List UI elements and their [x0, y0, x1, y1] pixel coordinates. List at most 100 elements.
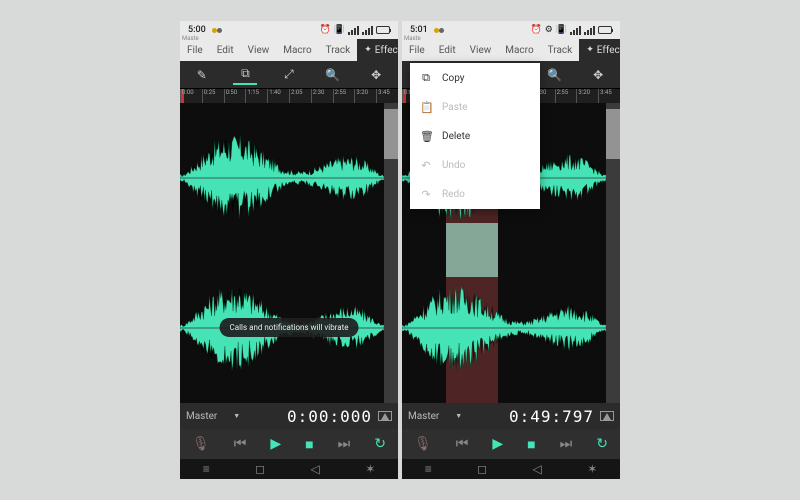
copy-icon: ⧉ — [420, 71, 432, 85]
skip-start-icon[interactable]: ⏮ — [234, 436, 247, 452]
vertical-scrollbar[interactable] — [606, 103, 620, 403]
scrollbar-thumb[interactable] — [384, 109, 398, 159]
status-time: 5:01 — [410, 25, 428, 35]
signal-icon — [584, 26, 595, 35]
signal-icon — [570, 26, 581, 35]
track-dropdown[interactable]: Master ▼ — [408, 411, 462, 422]
track-label: Maste — [404, 35, 421, 42]
toast-notification: Calls and notifications will vibrate — [220, 318, 359, 337]
menu-track[interactable]: Track — [541, 39, 580, 61]
menu-file[interactable]: File — [402, 39, 432, 61]
status-dot-icon — [439, 28, 444, 33]
waveform-channel-top — [180, 103, 384, 253]
caret-down-icon: ▼ — [233, 412, 240, 420]
status-time: 5:00 — [188, 25, 206, 35]
timestamp-display: 0:49:797 — [468, 407, 594, 426]
signal-icon — [362, 26, 373, 35]
menubar: File Edit View Macro Track ✦Effects — [180, 39, 398, 61]
ctx-paste[interactable]: 📋Paste — [410, 93, 540, 122]
zoom-in-icon[interactable]: 🔍 — [321, 65, 345, 85]
menu-edit[interactable]: Edit — [432, 39, 463, 61]
crop-icon[interactable]: ⧉ — [233, 65, 257, 85]
wand-icon: ✦ — [586, 45, 594, 55]
loop-icon[interactable]: ↻ — [374, 436, 386, 452]
vibrate-icon: 📳 — [334, 25, 345, 35]
menu-macro[interactable]: Macro — [498, 39, 540, 61]
battery-icon — [598, 26, 612, 34]
skip-start-icon[interactable]: ⏮ — [456, 436, 469, 452]
caret-down-icon: ▼ — [455, 412, 462, 420]
skip-end-icon[interactable]: ⏭ — [338, 436, 351, 452]
time-row: Master ▼ 0:49:797 — [402, 403, 620, 429]
menu-effects[interactable]: ✦Effects — [357, 39, 398, 61]
menu-track[interactable]: Track — [319, 39, 358, 61]
alarm-icon: ⏰ — [530, 25, 541, 35]
play-icon[interactable]: ▶ — [492, 436, 503, 452]
menu-macro[interactable]: Macro — [276, 39, 318, 61]
recent-apps-icon[interactable]: ≡ — [203, 462, 210, 476]
screenshot-right: 5:01 ⏰ ⚙ 📳 File Edit View Macro Track ✦E… — [402, 21, 620, 479]
alarm-icon: ⏰ — [320, 25, 331, 35]
zoom-in-icon[interactable]: 🔍 — [543, 65, 567, 85]
status-dot-icon — [217, 28, 222, 33]
status-bar: 5:01 ⏰ ⚙ 📳 — [402, 21, 620, 39]
trash-icon: 🗑 — [420, 130, 432, 143]
home-icon[interactable]: ◻ — [255, 462, 265, 476]
context-menu: ⧉Copy 📋Paste 🗑Delete ↶Undo ↷Redo — [410, 63, 540, 209]
loop-icon[interactable]: ↻ — [596, 436, 608, 452]
move-icon[interactable]: ✥ — [364, 65, 388, 85]
home-icon[interactable]: ◻ — [477, 462, 487, 476]
back-icon[interactable]: ◁ — [311, 462, 320, 476]
pencil-icon[interactable]: ✎ — [190, 65, 214, 85]
transport-bar: 🎙 ⏮ ▶ ■ ⏭ ↻ — [180, 429, 398, 459]
ctx-delete[interactable]: 🗑Delete — [410, 122, 540, 151]
mic-icon[interactable]: 🎙 — [192, 436, 210, 452]
mic-icon[interactable]: 🎙 — [414, 436, 432, 452]
recent-apps-icon[interactable]: ≡ — [425, 462, 432, 476]
stop-icon[interactable]: ■ — [527, 436, 535, 453]
android-nav-bar: ≡ ◻ ◁ ✶ — [180, 459, 398, 479]
waveform-channel-bottom — [402, 253, 606, 403]
timestamp-display: 0:00:000 — [246, 407, 372, 426]
menu-file[interactable]: File — [180, 39, 210, 61]
transport-bar: 🎙 ⏮ ▶ ■ ⏭ ↻ — [402, 429, 620, 459]
play-icon[interactable]: ▶ — [270, 436, 281, 452]
back-icon[interactable]: ◁ — [533, 462, 542, 476]
skip-end-icon[interactable]: ⏭ — [560, 436, 573, 452]
menu-edit[interactable]: Edit — [210, 39, 241, 61]
waveform-area[interactable]: Calls and notifications will vibrate — [180, 103, 398, 403]
undo-icon: ↶ — [420, 159, 432, 172]
accessibility-icon[interactable]: ✶ — [587, 462, 597, 476]
stop-icon[interactable]: ■ — [305, 436, 313, 453]
vibrate-icon: 📳 — [556, 25, 567, 35]
menu-view[interactable]: View — [241, 39, 277, 61]
battery-icon — [376, 26, 390, 34]
histogram-icon[interactable] — [600, 411, 614, 421]
track-dropdown[interactable]: Master ▼ — [186, 411, 240, 422]
android-nav-bar: ≡ ◻ ◁ ✶ — [402, 459, 620, 479]
move-icon[interactable]: ✥ — [586, 65, 610, 85]
wand-icon: ✦ — [364, 45, 372, 55]
ctx-undo[interactable]: ↶Undo — [410, 151, 540, 180]
status-dot-icon — [434, 28, 439, 33]
screenshot-left: 5:00 ⏰ 📳 File Edit View Macro Track ✦Eff… — [180, 21, 398, 479]
tool-row: ✎ ⧉ ⤢ 🔍 ✥ — [180, 61, 398, 89]
scrollbar-thumb[interactable] — [606, 109, 620, 159]
menubar: File Edit View Macro Track ✦Effects — [402, 39, 620, 61]
time-row: Master ▼ 0:00:000 — [180, 403, 398, 429]
accessibility-icon[interactable]: ✶ — [365, 462, 375, 476]
vertical-scrollbar[interactable] — [384, 103, 398, 403]
menu-view[interactable]: View — [463, 39, 499, 61]
zoom-out-icon[interactable]: ⤢ — [277, 65, 301, 85]
redo-icon: ↷ — [420, 188, 432, 201]
timeline-ruler[interactable]: 0:000:250:501:151:402:052:302:553:203:45 — [180, 89, 398, 103]
status-dot-icon — [212, 28, 217, 33]
menu-effects[interactable]: ✦Effects — [579, 39, 620, 61]
histogram-icon[interactable] — [378, 411, 392, 421]
signal-icon — [348, 26, 359, 35]
ctx-redo[interactable]: ↷Redo — [410, 180, 540, 209]
status-bar: 5:00 ⏰ 📳 — [180, 21, 398, 39]
ctx-copy[interactable]: ⧉Copy — [410, 63, 540, 93]
clipboard-icon: 📋 — [420, 101, 432, 114]
settings-icon: ⚙ — [545, 25, 553, 35]
